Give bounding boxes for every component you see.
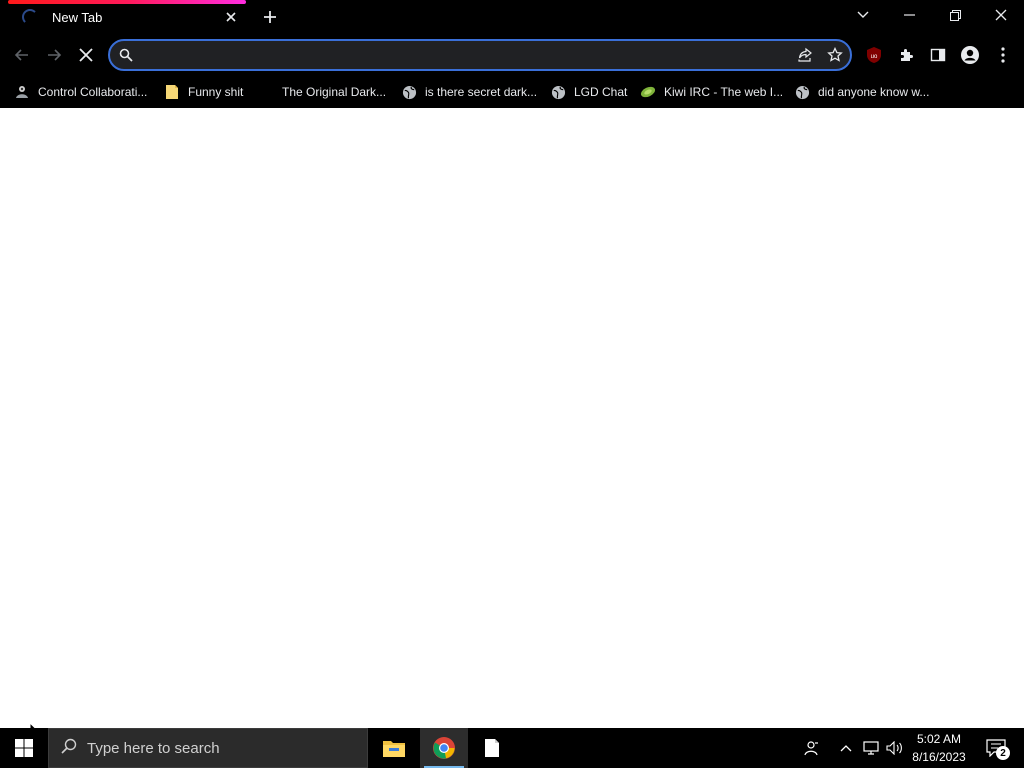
share-icon[interactable] [790,41,820,69]
extensions-puzzle-icon[interactable] [891,40,921,70]
kiwi-icon [640,84,656,100]
bookmark-lgd-chat[interactable]: LGD Chat [544,80,633,104]
minimize-icon[interactable] [886,0,932,30]
blank-icon [258,84,274,100]
tab-loading-bar [8,0,246,4]
svg-text:uo: uo [871,54,878,60]
bookmark-label: The Original Dark... [282,85,387,99]
tab-search-chevron-icon[interactable] [840,0,886,30]
tab-new-tab[interactable]: New Tab [8,0,246,34]
notification-count-badge: 2 [996,746,1010,760]
address-bar[interactable] [108,39,852,71]
tab-title: New Tab [52,9,103,25]
restore-icon[interactable] [932,0,978,30]
bookmark-kiwi-irc[interactable]: Kiwi IRC - The web I... [634,80,789,104]
collab-icon [14,84,30,100]
volume-icon[interactable] [883,728,907,768]
back-arrow-icon[interactable] [7,40,37,70]
bookmark-label: Kiwi IRC - The web I... [664,85,784,99]
windows-start-icon[interactable] [0,728,48,768]
bookmark-secret-dark[interactable]: is there secret dark... [395,80,543,104]
windows-taskbar: Type here to search 5:02 AM 8/16/2023 2 [0,728,1024,768]
bookmarks-bar: Control Collaborati... Funny shit The Or… [0,76,1024,108]
bookmark-did-anyone-know[interactable]: did anyone know w... [788,80,935,104]
browser-toolbar: uo [0,34,1024,76]
loading-spinner-icon [22,9,38,25]
taskbar-clock[interactable]: 5:02 AM 8/16/2023 [906,730,972,766]
side-panel-icon[interactable] [923,40,953,70]
tab-strip: New Tab [0,0,1024,34]
close-window-icon[interactable] [978,0,1024,30]
globe-icon [401,84,417,100]
close-tab-icon[interactable] [220,6,242,28]
clock-date: 8/16/2023 [912,750,966,764]
search-icon [61,738,77,759]
note-icon [164,84,180,100]
bookmark-funny[interactable]: Funny shit [158,80,249,104]
ublock-extension-icon[interactable]: uo [859,40,889,70]
notepad-taskbar-button[interactable] [468,728,516,768]
bookmark-label: did anyone know w... [818,85,930,99]
globe-icon [794,84,810,100]
bookmark-label: Control Collaborati... [38,85,148,99]
menu-kebab-icon[interactable] [988,40,1018,70]
profile-avatar-icon[interactable] [955,40,985,70]
bookmark-label: LGD Chat [574,85,628,99]
network-icon[interactable] [859,728,883,768]
forward-arrow-icon[interactable] [39,40,69,70]
bookmark-label: Funny shit [188,85,244,99]
search-icon [110,41,142,69]
bookmark-label: is there secret dark... [425,85,538,99]
bookmark-original-dark[interactable]: The Original Dark... [252,80,392,104]
show-hidden-icons-chevron-icon[interactable] [834,728,858,768]
taskbar-search-placeholder: Type here to search [87,739,220,757]
people-icon[interactable] [799,728,823,768]
new-tab-button[interactable] [256,4,284,30]
file-explorer-taskbar-button[interactable] [370,728,418,768]
clock-time: 5:02 AM [916,732,962,746]
action-center-icon[interactable]: 2 [978,728,1014,768]
bookmark-control-collaboration[interactable]: Control Collaborati... [8,80,153,104]
stop-loading-icon[interactable] [71,40,101,70]
address-input[interactable] [142,42,790,68]
globe-icon [550,84,566,100]
taskbar-search-box[interactable]: Type here to search [48,728,368,768]
chrome-taskbar-button[interactable] [420,728,468,768]
page-content[interactable] [0,108,1024,742]
bookmark-star-icon[interactable] [820,41,850,69]
